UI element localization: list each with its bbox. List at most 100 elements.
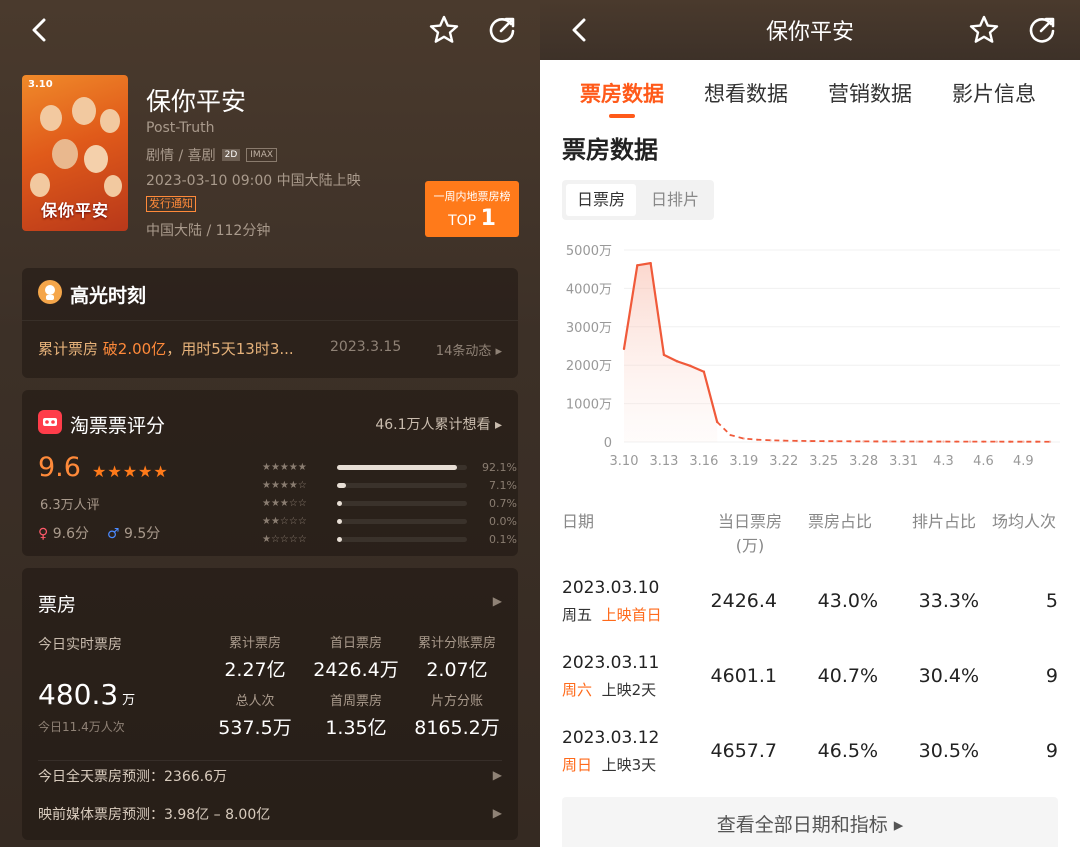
distribution-stars: ★★☆☆☆ bbox=[262, 515, 307, 527]
data-point bbox=[902, 440, 905, 443]
data-point bbox=[742, 437, 746, 440]
gender-scores: ♀ 9.6分 ♂ 9.5分 bbox=[38, 523, 160, 543]
boxoffice-card[interactable]: 票房 ▶ 今日实时票房 480.3 万 今日11.4万人次 累计票房 2.27亿 首… bbox=[22, 568, 518, 840]
col-header-avg: 场均人次 bbox=[992, 512, 1057, 531]
distribution-bar bbox=[337, 518, 467, 524]
data-point bbox=[729, 433, 732, 437]
data-point bbox=[662, 353, 666, 357]
distribution-stars: ★★★☆☆ bbox=[262, 497, 307, 509]
x-tick-label: 4.9 bbox=[1013, 454, 1034, 469]
rank-prefix: TOP bbox=[448, 213, 477, 229]
data-point bbox=[795, 439, 799, 443]
media-forecast[interactable]: 映前媒体票房预测：3.98亿 – 8.00亿 bbox=[38, 804, 270, 824]
data-point bbox=[928, 440, 932, 443]
data-point bbox=[782, 439, 785, 442]
chevron-right-icon[interactable]: ▶ bbox=[493, 768, 502, 782]
view-all-button[interactable]: 查看全部日期和指标 ▸ bbox=[562, 797, 1058, 847]
segment-daily-boxoffice[interactable]: 日票房 bbox=[566, 184, 636, 216]
highlight-text-a: 累计票房 bbox=[38, 340, 103, 358]
stat-value: 537.5万 bbox=[218, 717, 292, 739]
rating-score: 9.6 bbox=[38, 452, 81, 483]
x-tick-label: 3.16 bbox=[689, 454, 718, 469]
row-date: 2023.03.12 bbox=[562, 728, 660, 748]
boxoffice-line-chart: 0 1000万 2000万 3000万 4000万 5000万 3.10 3.13 3.16 3.… bbox=[566, 244, 1060, 469]
stat-label: 首周票房 bbox=[329, 694, 382, 709]
male-score-value: 9.5分 bbox=[124, 526, 161, 542]
top-bar bbox=[0, 0, 540, 60]
tab-want-to-see[interactable]: 想看数据 bbox=[704, 78, 788, 108]
data-point bbox=[835, 440, 839, 443]
y-tick-label: 3000万 bbox=[566, 321, 612, 336]
tab-movie-info[interactable]: 影片信息 bbox=[952, 78, 1036, 108]
row-share: 43.0% bbox=[817, 590, 878, 612]
distribution-bar-fill bbox=[337, 500, 343, 506]
stat-label: 累计分账票房 bbox=[417, 636, 496, 651]
data-point bbox=[822, 439, 825, 443]
y-tick-label: 2000万 bbox=[566, 359, 612, 374]
distribution-bar bbox=[337, 482, 467, 488]
data-point bbox=[1035, 440, 1038, 443]
movie-english-title: Post-Truth bbox=[146, 120, 215, 136]
chevron-right-icon[interactable]: ▶ bbox=[493, 594, 502, 608]
rating-distribution-row: ★☆☆☆☆ 0.1% bbox=[262, 532, 517, 546]
stat-first-week: 首周票房 1.35亿 bbox=[301, 690, 411, 740]
divider bbox=[22, 320, 518, 321]
back-icon[interactable] bbox=[22, 12, 58, 48]
tab-marketing[interactable]: 营销数据 bbox=[828, 78, 912, 108]
highlight-header: 高光时刻 bbox=[38, 280, 146, 308]
y-tick-label: 1000万 bbox=[566, 398, 612, 413]
row-subtitle: 周日 上映3天 bbox=[562, 754, 656, 775]
release-notice-tag[interactable]: 发行通知 bbox=[146, 196, 196, 212]
distribution-stars: ★☆☆☆☆ bbox=[262, 533, 307, 545]
star-icon[interactable] bbox=[426, 12, 462, 48]
row-avg: 9 bbox=[1045, 740, 1058, 762]
today-people: 今日11.4万人次 bbox=[38, 720, 125, 734]
movie-poster[interactable]: 3.10 保你平安 bbox=[22, 75, 128, 231]
data-point bbox=[702, 370, 706, 373]
data-point bbox=[995, 440, 998, 443]
row-date: 2023.03.10 bbox=[562, 578, 660, 598]
row-note: 上映首日 bbox=[601, 606, 662, 624]
data-point bbox=[676, 360, 679, 363]
distribution-percent: 92.1% bbox=[482, 460, 517, 474]
row-weekday: 周六 bbox=[562, 681, 593, 699]
stat-total-people: 总人次 537.5万 bbox=[200, 690, 310, 740]
data-point bbox=[942, 440, 945, 443]
rank-badge[interactable]: 一周内地票房榜 TOP 1 bbox=[425, 181, 519, 237]
stat-value: 2.27亿 bbox=[224, 659, 286, 681]
distribution-percent: 0.7% bbox=[489, 496, 517, 510]
rating-distribution-row: ★★★★☆ 7.1% bbox=[262, 478, 517, 492]
x-tick-label: 3.28 bbox=[849, 454, 878, 469]
row-boxoffice: 2426.4 bbox=[710, 590, 777, 612]
star-icon[interactable] bbox=[966, 12, 1002, 48]
data-point bbox=[755, 438, 759, 441]
rating-card[interactable]: 淘票票评分 46.1万人累计想看 ▸ 9.6 ★★★★★ 6.3万人评 ♀ 9.… bbox=[22, 390, 518, 556]
segment-daily-screenings[interactable]: 日排片 bbox=[640, 184, 710, 216]
genre-text: 剧情 / 喜剧 bbox=[146, 148, 216, 164]
share-icon[interactable] bbox=[484, 12, 520, 48]
stat-value: 2426.4万 bbox=[313, 659, 399, 681]
chevron-right-icon[interactable]: ▶ bbox=[493, 806, 502, 820]
data-point bbox=[1008, 440, 1012, 443]
rating-title: 淘票票评分 bbox=[70, 414, 166, 437]
want-to-see-link[interactable]: 46.1万人累计想看 ▸ bbox=[375, 414, 502, 434]
highlight-card[interactable]: 高光时刻 累计票房 破2.00亿，用时5天13时3... 2023.3.15 1… bbox=[22, 268, 518, 378]
today-forecast[interactable]: 今日全天票房预测：2366.6万 bbox=[38, 766, 227, 786]
today-value-number: 480.3 bbox=[38, 678, 119, 711]
data-point bbox=[622, 347, 626, 351]
data-point bbox=[875, 440, 879, 443]
highlight-more-link[interactable]: 14条动态 ▸ bbox=[436, 340, 502, 359]
today-boxoffice-value: 480.3 万 bbox=[38, 678, 135, 711]
distribution-stars: ★★★★☆ bbox=[262, 479, 307, 491]
segmented-control: 日票房 日排片 bbox=[562, 180, 714, 220]
poster-date: 3.10 bbox=[28, 79, 53, 90]
tab-bar: 票房数据 想看数据 营销数据 影片信息 bbox=[540, 60, 1080, 122]
share-icon[interactable] bbox=[1024, 12, 1060, 48]
tab-boxoffice[interactable]: 票房数据 bbox=[580, 78, 664, 108]
stat-label: 首日票房 bbox=[329, 636, 382, 651]
x-tick-label: 4.3 bbox=[933, 454, 954, 469]
row-avg: 9 bbox=[1045, 665, 1058, 687]
distribution-percent: 0.0% bbox=[489, 514, 517, 528]
data-point bbox=[849, 440, 852, 443]
rating-count: 6.3万人评 bbox=[40, 498, 100, 513]
